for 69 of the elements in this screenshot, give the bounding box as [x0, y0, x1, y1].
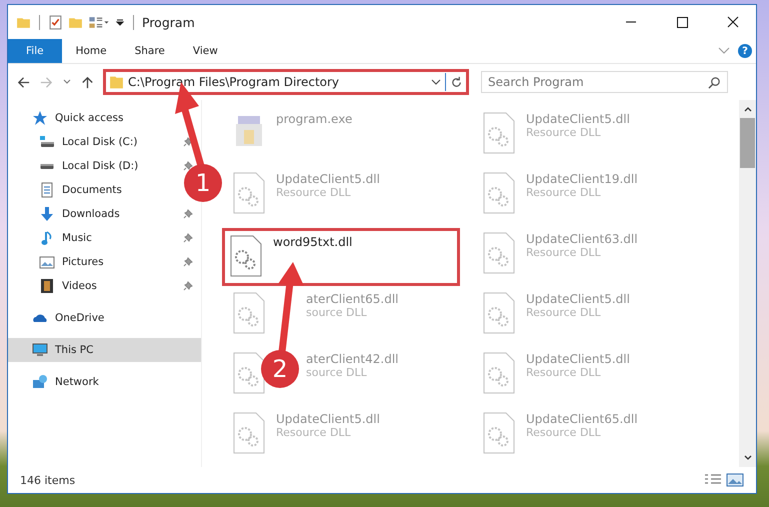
videos-icon: [39, 278, 55, 294]
pin-icon[interactable]: [183, 281, 193, 291]
sidebar-item[interactable]: Music: [39, 230, 92, 246]
caret-icon[interactable]: [431, 77, 441, 87]
scrollbar-thumb[interactable]: [740, 118, 755, 168]
gear-file-icon: [232, 412, 266, 454]
file-name[interactable]: word95txt.dll: [273, 235, 352, 249]
ribbon-tab[interactable]: View: [178, 39, 232, 63]
refresh-icon[interactable]: [450, 76, 463, 88]
file-type: Resource DLL: [526, 426, 602, 439]
gear-file-icon: [229, 235, 263, 277]
downloads-icon: [39, 206, 55, 222]
scroll-up-icon[interactable]: [742, 105, 752, 113]
file-type: Resource DLL: [526, 126, 602, 139]
sidebar-item[interactable]: Local Disk (C:): [39, 134, 138, 150]
pin-icon[interactable]: [183, 257, 193, 267]
file-type: Resource DLL: [276, 186, 352, 199]
pin-icon[interactable]: [183, 137, 193, 147]
pin-icon[interactable]: [183, 233, 193, 243]
gear-file-icon: [232, 172, 266, 214]
scrollbar[interactable]: [739, 100, 756, 467]
sidebar-item[interactable]: This PC: [32, 342, 94, 358]
sidebar-item[interactable]: Documents: [39, 182, 122, 198]
sidebar-item[interactable]: Pictures: [39, 254, 104, 270]
gear-file-icon: [482, 232, 516, 274]
sidebar-item[interactable]: Quick access: [32, 110, 124, 126]
file-type: Resource DLL: [276, 426, 352, 439]
window-title: Program: [142, 14, 195, 30]
file-type: Resource DLL: [526, 246, 602, 259]
file-type: Resource DLL: [526, 306, 602, 319]
folder-icon: [109, 74, 124, 90]
gear-file-icon: [232, 352, 266, 394]
gear-file-icon: [482, 412, 516, 454]
gear-file-icon: [482, 112, 516, 154]
gear-file-icon: [482, 292, 516, 334]
pictures-icon: [39, 254, 55, 270]
search-field[interactable]: Search Program: [481, 71, 728, 93]
large-icons-view-icon[interactable]: [726, 473, 744, 487]
documents-icon: [39, 182, 55, 198]
gear-file-icon: [482, 172, 516, 214]
ribbon-tab[interactable]: Home: [62, 39, 121, 63]
ribbon-tab[interactable]: File: [8, 39, 62, 63]
gear-file-icon: [482, 352, 516, 394]
file-type: source DLL: [306, 366, 368, 379]
ribbon-tab[interactable]: Share: [120, 39, 179, 63]
file-type: source DLL: [306, 306, 368, 319]
address-bar[interactable]: C:\Program Files\Program Directory: [103, 69, 469, 95]
pin-icon[interactable]: [183, 161, 193, 171]
scroll-down-icon[interactable]: [742, 454, 752, 462]
sidebar-item[interactable]: Downloads: [39, 206, 120, 222]
pc-icon: [32, 342, 48, 358]
properties-icon[interactable]: [88, 14, 110, 30]
search-icon[interactable]: [708, 76, 721, 89]
file-type: Resource DLL: [526, 186, 602, 199]
sidebar-item[interactable]: Network: [32, 374, 99, 390]
checklist-icon[interactable]: [48, 14, 63, 30]
chevron-icon[interactable]: [718, 47, 730, 55]
help-button[interactable]: ?: [738, 44, 752, 58]
sidebar-item[interactable]: OneDrive: [32, 310, 104, 326]
item-count: 146 items: [20, 474, 76, 486]
pin-icon[interactable]: [183, 209, 193, 219]
network-icon: [32, 374, 48, 390]
dropdown-caret-icon[interactable]: [115, 17, 125, 27]
sidebar-item[interactable]: Local Disk (D:): [39, 160, 138, 172]
up-arrow-icon[interactable]: [80, 74, 95, 90]
back-arrow-icon[interactable]: [16, 74, 31, 90]
sidebar-item[interactable]: Videos: [39, 278, 97, 294]
file-type: Resource DLL: [526, 366, 602, 379]
gear-file-icon: [232, 292, 266, 334]
